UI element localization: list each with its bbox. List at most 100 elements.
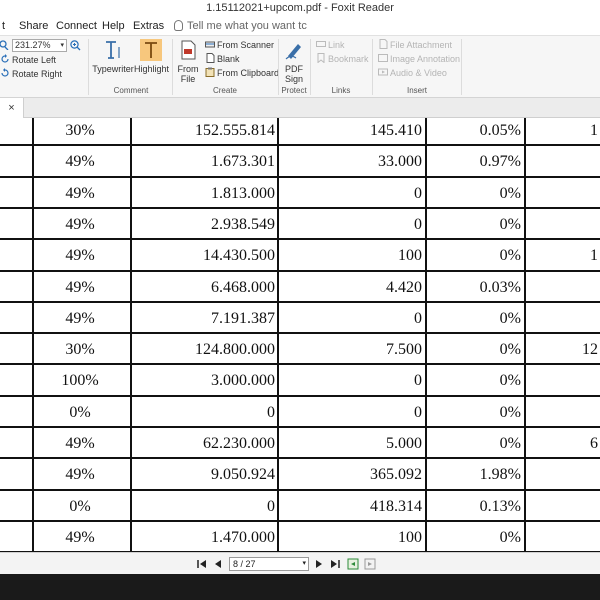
table-cell: 49% xyxy=(65,310,95,327)
table-cell: 49% xyxy=(65,185,95,202)
table-cell: 62.230.000 xyxy=(203,435,275,452)
from-file-button[interactable]: From File xyxy=(175,39,201,84)
audio-video-button[interactable]: Audio & Video xyxy=(378,67,447,79)
ribbon-separator xyxy=(172,39,173,95)
table-cell: 49% xyxy=(65,435,95,452)
document-tab-strip: × xyxy=(0,98,600,118)
audio-video-label: Audio & Video xyxy=(390,68,447,78)
table-cell: 100% xyxy=(61,372,99,389)
table-row-border xyxy=(0,489,600,491)
pdf-document-view[interactable]: 30% 152.555.814 145.410 0.05% 1 49% 1.673.301 3… xyxy=(0,118,600,552)
table-column-border xyxy=(524,118,526,552)
table-cell: 0.05% xyxy=(479,122,521,139)
table-cell: 1.98% xyxy=(479,466,521,483)
menu-bar: t Share Connect Help Extras Tell me what… xyxy=(0,17,600,35)
table-cell: 152.555.814 xyxy=(195,122,275,139)
page-indicator: 8 / 27 xyxy=(233,559,256,569)
file-attachment-button[interactable]: File Attachment xyxy=(378,39,452,51)
from-scanner-button[interactable]: From Scanner xyxy=(205,39,274,51)
bookmark-button[interactable]: Bookmark xyxy=(316,53,369,65)
zoom-level-select[interactable]: 231.27% ▾ xyxy=(12,39,67,52)
table-cell: 49% xyxy=(65,466,95,483)
table-row-border xyxy=(0,176,600,178)
image-icon xyxy=(378,54,388,62)
rotate-left-button[interactable]: Rotate Left xyxy=(0,54,56,66)
pdf-file-icon xyxy=(181,40,196,60)
first-page-icon[interactable] xyxy=(196,558,208,570)
blank-page-icon xyxy=(206,53,215,63)
table-cell: 49% xyxy=(65,153,95,170)
table-cell: 1.470.000 xyxy=(211,529,275,546)
table-cell: 0% xyxy=(499,529,521,546)
table-cell: 9.050.924 xyxy=(211,466,275,483)
from-clipboard-label: From Clipboard xyxy=(217,68,280,78)
table-cell: 3.000.000 xyxy=(211,372,275,389)
table-cell: 12 xyxy=(582,341,598,358)
table-row-border xyxy=(0,426,600,428)
previous-view-icon[interactable] xyxy=(347,558,359,570)
rotate-right-button[interactable]: Rotate Right xyxy=(0,68,62,80)
next-page-icon[interactable] xyxy=(313,558,325,570)
highlight-button[interactable]: Highlight xyxy=(134,39,170,74)
table-cell: 30% xyxy=(65,341,95,358)
last-page-icon[interactable] xyxy=(329,558,341,570)
typewriter-button[interactable]: Typewriter xyxy=(92,39,134,74)
blank-button[interactable]: Blank xyxy=(205,53,240,65)
table-cell: 0 xyxy=(267,404,275,421)
links-group-label: Links xyxy=(331,86,351,95)
menu-item-ct[interactable]: t xyxy=(2,20,5,32)
table-cell: 0% xyxy=(499,404,521,421)
table-row-border xyxy=(0,144,600,146)
close-tab-button[interactable]: × xyxy=(0,98,24,118)
rotate-right-icon xyxy=(1,68,9,77)
link-icon xyxy=(316,41,326,47)
ribbon: 231.27% ▾ Rotate Left Rotate Right Typewr… xyxy=(0,35,600,98)
rotate-right-label: Rotate Right xyxy=(12,69,63,79)
link-button[interactable]: Link xyxy=(316,39,345,51)
zoom-in-icon[interactable] xyxy=(70,40,81,51)
table-cell: 0% xyxy=(499,341,521,358)
tell-me-search[interactable]: Tell me what you want tc xyxy=(174,20,307,32)
highlight-label: Highlight xyxy=(134,64,170,74)
window-title: 1.15112021+upcom.pdf - Foxit Reader xyxy=(0,0,600,17)
table-cell: 49% xyxy=(65,216,95,233)
rotate-left-label: Rotate Left xyxy=(12,55,57,65)
next-view-icon[interactable] xyxy=(364,558,376,570)
bookmark-label: Bookmark xyxy=(328,54,369,64)
table-cell: 14.430.500 xyxy=(203,247,275,264)
table-cell: 0% xyxy=(499,216,521,233)
table-cell: 0 xyxy=(267,498,275,515)
table-cell: 0.97% xyxy=(479,153,521,170)
table-row-border xyxy=(0,395,600,397)
menu-item-extras[interactable]: Extras xyxy=(133,20,164,32)
page-navigation-bar: 8 / 27 ▾ xyxy=(0,552,600,574)
lightbulb-icon xyxy=(174,20,183,31)
table-cell: 1.813.000 xyxy=(211,185,275,202)
table-row-border xyxy=(0,270,600,272)
image-annotation-button[interactable]: Image Annotation xyxy=(378,53,460,65)
table-cell: 0% xyxy=(499,247,521,264)
table-row-border xyxy=(0,363,600,365)
menu-item-help[interactable]: Help xyxy=(102,20,125,32)
file-attachment-label: File Attachment xyxy=(390,40,453,50)
table-row-border xyxy=(0,457,600,459)
tell-me-placeholder: Tell me what you want tc xyxy=(187,20,307,32)
menu-item-share[interactable]: Share xyxy=(19,20,48,32)
table-row-border xyxy=(0,520,600,522)
pdf-sign-button[interactable]: PDF Sign xyxy=(281,39,307,84)
page-number-input[interactable]: 8 / 27 ▾ xyxy=(229,557,309,571)
table-cell: 0% xyxy=(499,372,521,389)
table-column-border xyxy=(425,118,427,552)
ribbon-separator xyxy=(310,39,311,95)
menu-item-connect[interactable]: Connect xyxy=(56,20,97,32)
os-taskbar xyxy=(0,574,600,600)
table-cell: 0.13% xyxy=(479,498,521,515)
previous-page-icon[interactable] xyxy=(212,558,224,570)
pdf-sign-label-2: Sign xyxy=(284,74,303,84)
chevron-down-icon: ▾ xyxy=(302,560,306,567)
table-column-border xyxy=(130,118,132,552)
image-annotation-label: Image Annotation xyxy=(390,54,461,64)
from-clipboard-button[interactable]: From Clipboard xyxy=(205,67,279,79)
pen-sign-icon xyxy=(285,44,301,60)
ribbon-separator xyxy=(372,39,373,95)
